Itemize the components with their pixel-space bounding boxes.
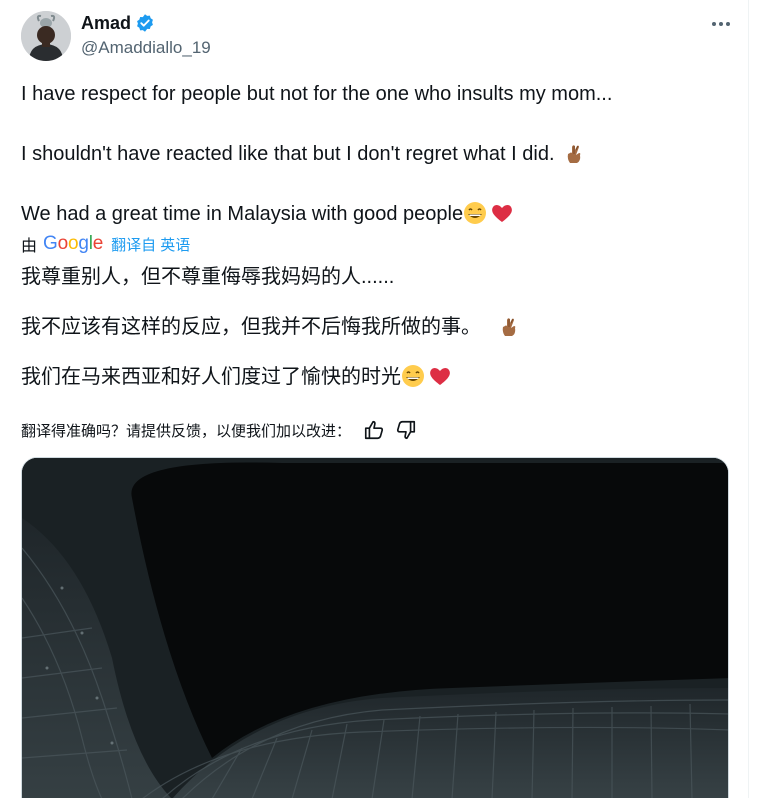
translation-feedback: 翻译得准确吗？请提供反馈，以便我们加以改进： — [21, 419, 417, 441]
crossed-fingers-emoji — [497, 314, 521, 338]
tweet-line-3: We had a great time in Malaysia with goo… — [21, 201, 514, 227]
verified-badge-icon[interactable] — [135, 13, 155, 33]
grinning-face-emoji — [463, 201, 487, 225]
avatar[interactable] — [21, 11, 71, 61]
translated-from-link[interactable]: 翻译自 英语 — [111, 234, 190, 255]
name-row: Amad — [81, 12, 155, 34]
translation-text-3: 我们在马来西亚和好人们度过了愉快的时光 — [21, 366, 401, 388]
timeline-border — [748, 0, 749, 798]
tweet-text-2: I shouldn't have reacted like that but I… — [21, 143, 555, 165]
thumbs-down-icon[interactable] — [395, 419, 417, 441]
grinning-face-emoji — [401, 364, 425, 388]
tweet-line-1: I have respect for people but not for th… — [21, 81, 612, 107]
tweet-text-3: We had a great time in Malaysia with goo… — [21, 203, 464, 225]
tweet-media-image[interactable] — [21, 457, 729, 798]
red-heart-emoji — [428, 364, 452, 388]
google-logo: Google — [43, 233, 104, 254]
red-heart-emoji — [490, 201, 514, 225]
translation-text-2: 我不应该有这样的反应，但我并不后悔我所做的事。 — [21, 316, 481, 338]
display-name[interactable]: Amad — [81, 12, 131, 34]
translation-attribution: 由 Google 翻译自 英语 — [21, 232, 190, 256]
translation-line-3: 我们在马来西亚和好人们度过了愉快的时光 — [21, 364, 452, 390]
user-handle[interactable]: @Amaddiallo_19 — [81, 37, 211, 59]
crossed-fingers-emoji — [562, 141, 586, 165]
tweet-text-1: I have respect for people but not for th… — [21, 83, 613, 105]
tweet-line-2: I shouldn't have reacted like that but I… — [21, 141, 586, 167]
tweet-header: Amad @Amaddiallo_19 — [21, 11, 733, 63]
by-label: 由 — [21, 238, 38, 255]
translation-line-2: 我不应该有这样的反应，但我并不后悔我所做的事。 — [21, 314, 521, 340]
more-options-icon[interactable] — [709, 13, 733, 35]
thumbs-up-icon[interactable] — [363, 419, 385, 441]
feedback-prompt: 翻译得准确吗？请提供反馈，以便我们加以改进： — [21, 422, 352, 440]
translation-text-1: 我尊重别人，但不尊重侮辱我妈妈的人...... — [21, 266, 395, 288]
translation-line-1: 我尊重别人，但不尊重侮辱我妈妈的人...... — [21, 264, 394, 290]
